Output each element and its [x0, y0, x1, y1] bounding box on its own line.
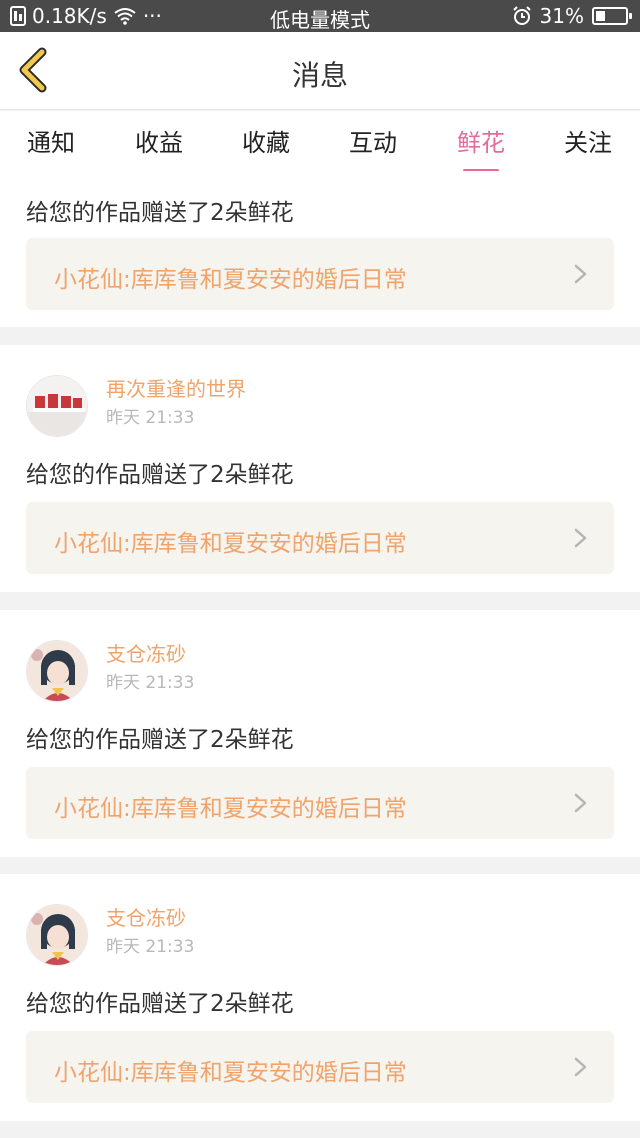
message-text: 给您的作品赠送了2朵鲜花 — [26, 462, 294, 488]
avatar[interactable] — [26, 904, 88, 966]
work-link[interactable]: 小花仙:库库鲁和夏安安的婚后日常 — [26, 767, 614, 839]
timestamp: 昨天 21:33 — [106, 673, 195, 693]
chevron-right-icon — [574, 793, 587, 813]
sender-row: 再次重逢的世界 昨天 21:33 — [26, 375, 246, 439]
tab-earnings[interactable]: 收益 — [135, 123, 183, 158]
battery-level — [596, 11, 605, 21]
sender-meta: 再次重逢的世界 昨天 21:33 — [106, 375, 246, 431]
tab-following[interactable]: 关注 — [564, 123, 612, 158]
work-title: 小花仙:库库鲁和夏安安的婚后日常 — [54, 267, 407, 293]
status-bar: 0.18K/s ··· 低电量模式 31% — [0, 0, 640, 32]
work-link[interactable]: 小花仙:库库鲁和夏安安的婚后日常 — [26, 502, 614, 574]
avatar-image — [27, 905, 87, 965]
page-title: 消息 — [291, 59, 348, 92]
status-right: 31% — [512, 4, 632, 28]
sender-meta: 支仓冻砂 昨天 21:33 — [106, 904, 194, 960]
alarm-icon — [512, 6, 531, 25]
message-card: 给您的作品赠送了2朵鲜花 小花仙:库库鲁和夏安安的婚后日常 — [0, 171, 640, 327]
nav-header: 消息 — [0, 32, 640, 110]
message-text: 给您的作品赠送了2朵鲜花 — [26, 727, 294, 753]
work-title: 小花仙:库库鲁和夏安安的婚后日常 — [54, 796, 407, 822]
sender-row: 支仓冻砂 昨天 21:33 — [26, 640, 194, 704]
message-card: 支仓冻砂 昨天 21:33 给您的作品赠送了2朵鲜花 小花仙:库库鲁和夏安安的婚… — [0, 610, 640, 857]
battery-icon — [592, 7, 632, 25]
work-link[interactable]: 小花仙:库库鲁和夏安安的婚后日常 — [26, 1031, 614, 1103]
avatar-image — [27, 376, 87, 436]
message-card: 支仓冻砂 昨天 21:33 给您的作品赠送了2朵鲜花 小花仙:库库鲁和夏安安的婚… — [0, 874, 640, 1121]
sender-meta: 支仓冻砂 昨天 21:33 — [106, 640, 194, 696]
chevron-right-icon — [574, 528, 587, 548]
timestamp: 昨天 21:33 — [106, 937, 195, 957]
work-title: 小花仙:库库鲁和夏安安的婚后日常 — [54, 531, 407, 557]
chevron-right-icon — [574, 264, 587, 284]
timestamp: 昨天 21:33 — [106, 408, 195, 428]
sender-row: 支仓冻砂 昨天 21:33 — [26, 904, 194, 968]
tab-favorites[interactable]: 收藏 — [242, 123, 290, 158]
avatar[interactable] — [26, 640, 88, 702]
tab-interactions[interactable]: 互动 — [349, 123, 397, 158]
avatar[interactable] — [26, 375, 88, 437]
work-link[interactable]: 小花仙:库库鲁和夏安安的婚后日常 — [26, 238, 614, 310]
avatar-image — [27, 641, 87, 701]
battery-percent: 31% — [539, 4, 584, 28]
sender-name[interactable]: 支仓冻砂 — [106, 640, 194, 668]
tab-bar: 通知 收益 收藏 互动 鲜花 关注 — [0, 111, 640, 172]
message-card: 再次重逢的世界 昨天 21:33 给您的作品赠送了2朵鲜花 小花仙:库库鲁和夏安… — [0, 345, 640, 592]
tab-flowers[interactable]: 鲜花 — [457, 123, 505, 172]
message-text: 给您的作品赠送了2朵鲜花 — [26, 991, 294, 1017]
tab-notifications[interactable]: 通知 — [27, 123, 75, 158]
chevron-right-icon — [574, 1057, 587, 1077]
work-title: 小花仙:库库鲁和夏安安的婚后日常 — [54, 1060, 407, 1086]
message-text: 给您的作品赠送了2朵鲜花 — [26, 200, 294, 226]
sender-name[interactable]: 再次重逢的世界 — [106, 375, 246, 403]
tab-flowers-label: 鲜花 — [457, 129, 505, 157]
sender-name[interactable]: 支仓冻砂 — [106, 904, 194, 932]
